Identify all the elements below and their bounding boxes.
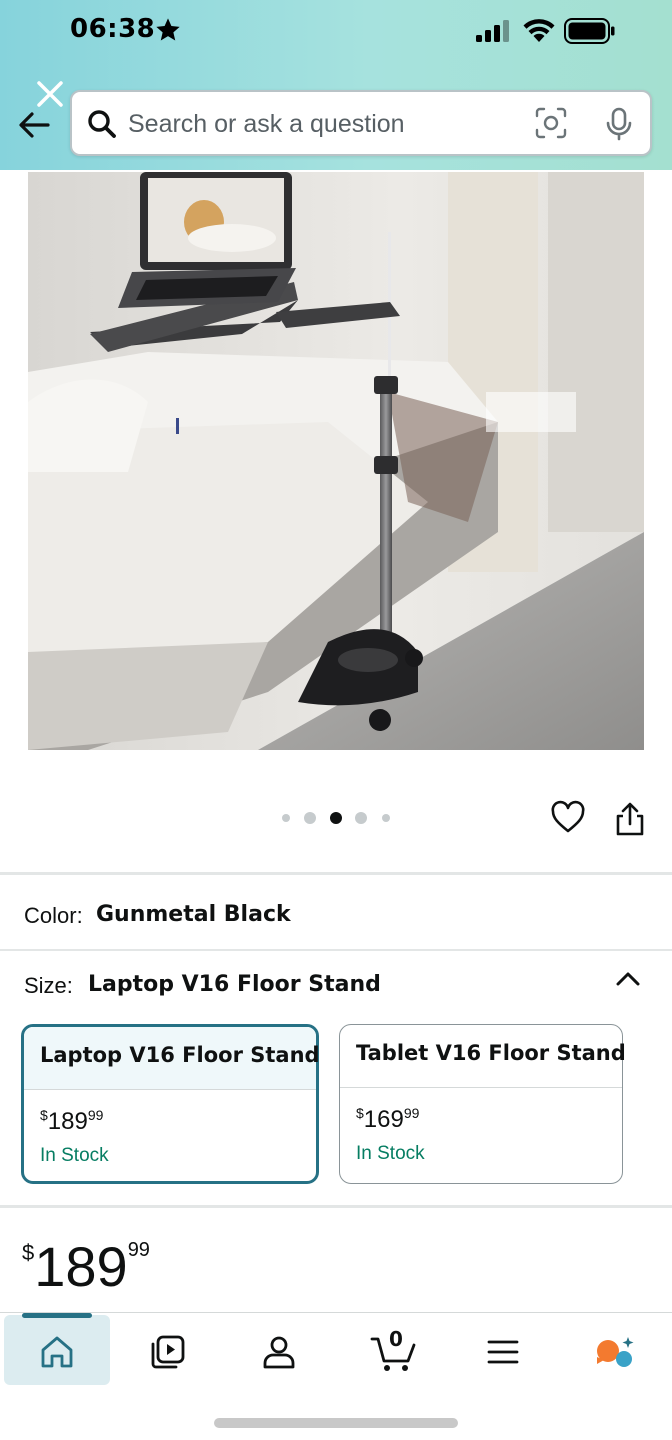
size-label: Size: [24, 973, 73, 998]
size-option-laptop[interactable]: Laptop V16 Floor Stand $18999 In Stock [21, 1024, 320, 1184]
cart-button[interactable]: 0 [370, 1327, 418, 1373]
cellular-signal-icon [476, 20, 509, 42]
size-value: Laptop V16 Floor Stand [88, 972, 381, 997]
share-icon[interactable] [612, 800, 648, 838]
heart-icon[interactable] [550, 800, 586, 836]
search-input[interactable] [128, 106, 528, 142]
option-divider [340, 1087, 622, 1088]
camera-lens-icon[interactable] [534, 106, 568, 140]
product-image[interactable] [28, 172, 644, 750]
carousel-dot[interactable] [382, 814, 390, 822]
carousel-indicator[interactable] [280, 810, 400, 826]
size-option-title: Laptop V16 Floor Stand [24, 1027, 320, 1089]
microphone-icon[interactable] [602, 106, 636, 142]
back-arrow-icon[interactable] [16, 108, 54, 142]
color-label: Color: [24, 903, 83, 928]
menu-icon[interactable] [484, 1333, 522, 1371]
product-photo-illustration [28, 172, 644, 750]
carousel-dot-active[interactable] [330, 812, 342, 824]
size-option-title: Tablet V16 Floor Stand [356, 1041, 626, 1065]
chevron-up-icon[interactable] [614, 966, 642, 992]
close-icon[interactable] [34, 78, 66, 110]
video-icon[interactable] [149, 1333, 187, 1371]
home-icon[interactable] [38, 1333, 76, 1371]
battery-icon [564, 18, 615, 44]
section-divider [0, 949, 672, 951]
option-divider [24, 1089, 316, 1090]
stock-status: In Stock [356, 1143, 425, 1164]
assistant-icon[interactable] [594, 1333, 636, 1371]
search-bar[interactable] [70, 90, 652, 156]
carousel-dot[interactable] [304, 812, 316, 824]
cart-count: 0 [389, 1327, 403, 1351]
wifi-icon [523, 19, 555, 42]
color-value: Gunmetal Black [96, 902, 291, 927]
size-option-tablet[interactable]: Tablet V16 Floor Stand $16999 In Stock [339, 1024, 626, 1184]
section-divider [0, 1205, 672, 1208]
account-icon[interactable] [260, 1333, 298, 1371]
nav-active-indicator [22, 1313, 92, 1318]
stock-status: In Stock [40, 1145, 109, 1166]
carousel-dot[interactable] [355, 812, 367, 824]
size-option-price: $18999 [40, 1107, 104, 1135]
status-bar: 06:38 [0, 0, 672, 64]
size-option-price: $16999 [356, 1105, 420, 1133]
product-price: $18999 [22, 1235, 150, 1298]
home-indicator[interactable] [214, 1418, 458, 1428]
search-icon [88, 110, 116, 138]
carousel-dot[interactable] [282, 814, 290, 822]
section-divider [0, 872, 672, 875]
star-icon [156, 18, 180, 41]
status-time: 06:38 [70, 14, 156, 44]
